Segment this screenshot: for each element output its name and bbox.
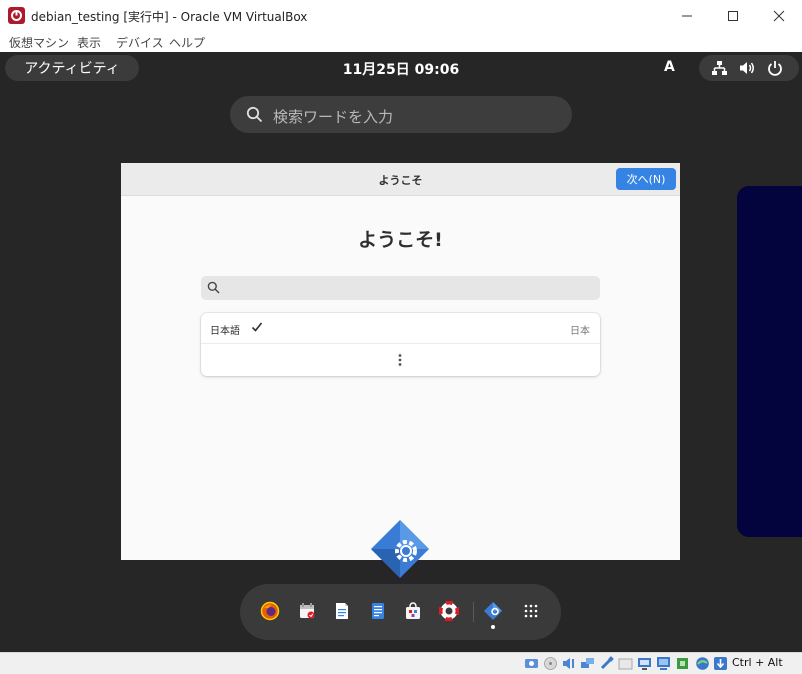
search-placeholder: 検索ワードを入力 bbox=[273, 108, 394, 126]
firefox-icon bbox=[260, 601, 280, 621]
hard-disk-icon[interactable] bbox=[524, 656, 539, 671]
audio-icon[interactable] bbox=[561, 656, 576, 671]
dash-separator bbox=[473, 602, 474, 622]
overview-search-entry[interactable]: 検索ワードを入力 bbox=[230, 96, 572, 133]
show-apps-button[interactable] bbox=[520, 600, 542, 622]
dash-item-text-editor[interactable] bbox=[331, 600, 353, 622]
search-icon bbox=[207, 281, 220, 294]
network-icon[interactable] bbox=[580, 656, 595, 671]
language-search-input[interactable] bbox=[201, 276, 600, 300]
language-region: 日本 bbox=[570, 326, 590, 337]
menu-help[interactable]: ヘルプ bbox=[169, 34, 205, 51]
window-menubar: 仮想マシン 表示 デバイス ヘルプ bbox=[0, 31, 802, 52]
software-icon bbox=[406, 602, 420, 619]
welcome-window-title: ようこそ bbox=[378, 174, 423, 187]
language-list: 日本語 日本 bbox=[201, 313, 600, 376]
window-titlebar: debian_testing [実行中] - Oracle VM Virtual… bbox=[0, 0, 802, 31]
dash-item-help[interactable] bbox=[438, 600, 460, 622]
cpu-icon[interactable] bbox=[675, 656, 690, 671]
welcome-window[interactable]: ようこそ 次へ(N) ようこそ! 日本語 日本 bbox=[121, 163, 680, 560]
video-capture-icon[interactable] bbox=[656, 656, 671, 671]
documents-icon bbox=[372, 603, 384, 619]
welcome-window-header: ようこそ 次へ(N) bbox=[121, 163, 680, 196]
maximize-button[interactable] bbox=[710, 0, 756, 31]
minimize-icon bbox=[682, 15, 692, 16]
network-wired-icon bbox=[712, 61, 727, 75]
dash-item-initial-setup[interactable] bbox=[482, 600, 504, 622]
initial-setup-icon bbox=[484, 602, 502, 620]
menu-devices[interactable]: デバイス bbox=[116, 34, 164, 51]
text-editor-icon bbox=[336, 603, 348, 619]
next-button[interactable]: 次へ(N) bbox=[616, 168, 676, 190]
language-row-japanese[interactable]: 日本語 日本 bbox=[201, 313, 600, 344]
side-window-preview[interactable] bbox=[737, 186, 802, 537]
dash-item-software[interactable] bbox=[402, 600, 424, 622]
activities-button[interactable]: アクティビティ bbox=[5, 55, 139, 81]
calendar-icon bbox=[300, 603, 315, 619]
input-method-indicator[interactable]: A bbox=[664, 59, 675, 75]
search-icon bbox=[246, 106, 263, 123]
dash-item-documents[interactable] bbox=[367, 600, 389, 622]
welcome-heading: ようこそ! bbox=[358, 229, 443, 251]
display-icon[interactable] bbox=[637, 656, 652, 671]
clock[interactable]: 11月25日 09:06 bbox=[330, 59, 472, 79]
guest-additions-icon[interactable] bbox=[695, 656, 710, 671]
language-name: 日本語 bbox=[210, 326, 240, 337]
minimize-button[interactable] bbox=[664, 0, 710, 31]
virtualbox-app-icon[interactable] bbox=[8, 7, 25, 24]
help-icon bbox=[439, 601, 459, 621]
running-indicator bbox=[491, 625, 495, 629]
more-languages-row[interactable] bbox=[201, 345, 600, 376]
mouse-integration-icon[interactable] bbox=[713, 656, 728, 671]
menu-view[interactable]: 表示 bbox=[77, 34, 101, 51]
volume-icon bbox=[740, 62, 754, 74]
guest-screen[interactable]: アクティビティ 11月25日 09:06 A 検索ワードを入力 ようこそ 次へ(… bbox=[0, 52, 802, 652]
shared-folders-icon[interactable] bbox=[618, 656, 633, 671]
system-status-menu[interactable] bbox=[699, 55, 799, 81]
dash-item-calendar[interactable] bbox=[296, 600, 318, 622]
power-icon bbox=[768, 61, 782, 76]
close-button[interactable] bbox=[756, 0, 802, 31]
dash bbox=[240, 584, 561, 640]
maximize-icon bbox=[728, 10, 738, 21]
close-icon bbox=[773, 10, 785, 21]
initial-setup-app-icon bbox=[371, 520, 429, 578]
gnome-topbar: アクティビティ 11月25日 09:06 A bbox=[0, 52, 802, 84]
menu-machine[interactable]: 仮想マシン bbox=[9, 34, 69, 51]
vbox-status-bar: Ctrl + Alt bbox=[0, 652, 802, 674]
view-more-icon bbox=[398, 354, 402, 366]
optical-drive-icon[interactable] bbox=[543, 656, 558, 671]
dash-item-firefox[interactable] bbox=[259, 600, 281, 622]
show-apps-icon bbox=[524, 604, 538, 618]
usb-icon[interactable] bbox=[599, 656, 614, 671]
window-title: debian_testing [実行中] - Oracle VM Virtual… bbox=[31, 10, 308, 24]
host-key-label: Ctrl + Alt bbox=[732, 656, 783, 669]
checkmark-icon bbox=[251, 322, 263, 332]
